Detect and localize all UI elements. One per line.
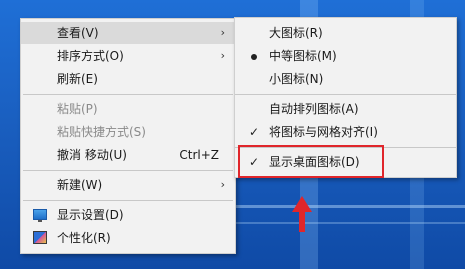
menu-item-label: 排序方式(O)	[57, 49, 124, 63]
menu-item-label: 显示设置(D)	[57, 208, 124, 222]
menu-item-paste[interactable]: 粘贴(P)	[21, 98, 235, 120]
chevron-right-icon: ›	[220, 26, 225, 39]
menu-separator	[23, 170, 233, 171]
menu-item-label: 粘贴快捷方式(S)	[57, 125, 146, 139]
checkmark-icon: ✓	[248, 125, 260, 139]
wallpaper-beam	[235, 222, 465, 224]
submenu-item-medium-icons[interactable]: 中等图标(M)	[235, 45, 456, 67]
menu-item-label: 大图标(R)	[269, 26, 323, 40]
menu-item-undo-move[interactable]: 撤消 移动(U) Ctrl+Z	[21, 144, 235, 166]
menu-item-label: 将图标与网格对齐(I)	[269, 125, 378, 139]
menu-separator	[235, 94, 456, 95]
menu-item-paste-shortcut[interactable]: 粘贴快捷方式(S)	[21, 121, 235, 143]
menu-item-label: 自动排列图标(A)	[269, 102, 359, 116]
bullet-icon	[247, 48, 261, 64]
menu-item-label: 中等图标(M)	[269, 49, 337, 63]
menu-separator	[23, 200, 233, 201]
menu-item-label: 查看(V)	[57, 26, 99, 40]
display-settings-icon	[33, 209, 47, 222]
desktop-context-menu: 查看(V) › 排序方式(O) › 刷新(E) 粘贴(P) 粘贴快捷方式(S) …	[20, 18, 236, 254]
menu-item-label: 个性化(R)	[57, 231, 111, 245]
submenu-item-align-to-grid[interactable]: ✓ 将图标与网格对齐(I)	[235, 121, 456, 143]
menu-item-new[interactable]: 新建(W) ›	[21, 174, 235, 196]
submenu-item-small-icons[interactable]: 小图标(N)	[235, 68, 456, 90]
menu-item-view[interactable]: 查看(V) ›	[21, 22, 235, 44]
menu-item-shortcut: Ctrl+Z	[179, 148, 219, 162]
menu-item-label: 小图标(N)	[269, 72, 324, 86]
menu-item-label: 新建(W)	[57, 178, 103, 192]
menu-item-label: 刷新(E)	[57, 72, 98, 86]
submenu-item-large-icons[interactable]: 大图标(R)	[235, 22, 456, 44]
menu-separator	[23, 94, 233, 95]
menu-item-display-settings[interactable]: 显示设置(D)	[21, 204, 235, 226]
menu-item-personalize[interactable]: 个性化(R)	[21, 227, 235, 249]
menu-item-refresh[interactable]: 刷新(E)	[21, 68, 235, 90]
personalize-icon	[33, 231, 47, 244]
annotation-highlight-box	[238, 145, 384, 178]
wallpaper-beam	[235, 205, 465, 208]
menu-item-sort-by[interactable]: 排序方式(O) ›	[21, 45, 235, 67]
submenu-item-auto-arrange[interactable]: 自动排列图标(A)	[235, 98, 456, 120]
menu-item-label: 撤消 移动(U)	[57, 148, 127, 162]
chevron-right-icon: ›	[220, 49, 225, 62]
annotation-up-arrow-icon	[292, 196, 312, 232]
menu-item-label: 粘贴(P)	[57, 102, 98, 116]
chevron-right-icon: ›	[220, 178, 225, 191]
